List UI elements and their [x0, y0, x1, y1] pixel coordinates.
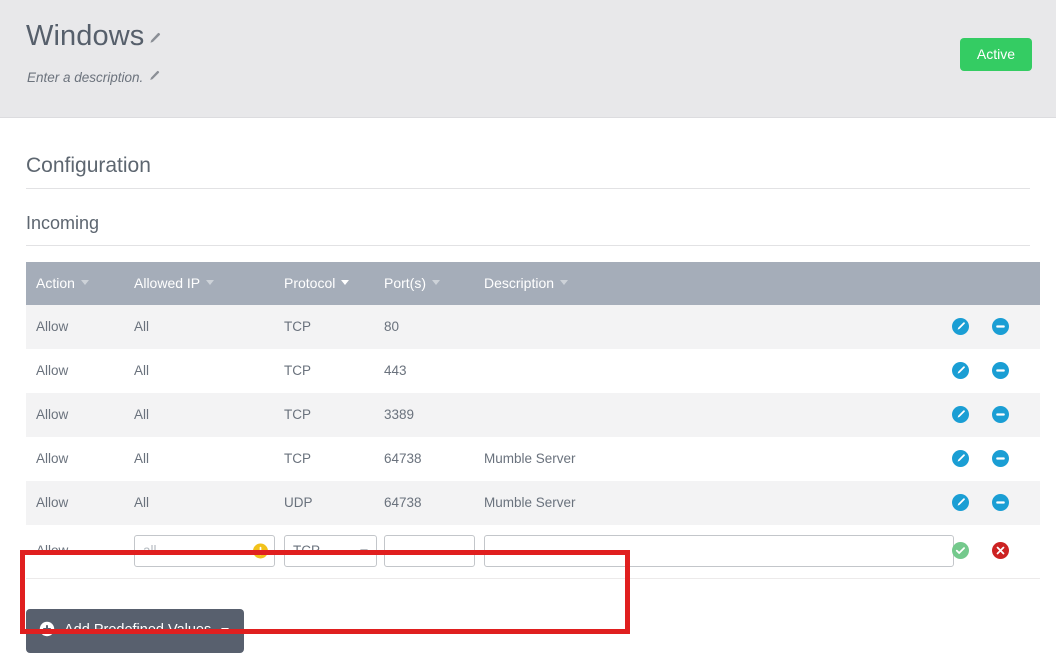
column-header-allowed-ip-label: Allowed IP: [134, 275, 200, 291]
page-header: Windows Enter a description. Active: [0, 0, 1056, 118]
edit-pencil-icon[interactable]: [952, 494, 969, 511]
edit-pencil-icon[interactable]: [952, 318, 969, 335]
cancel-x-icon[interactable]: [992, 542, 1009, 559]
port-input[interactable]: [384, 535, 475, 567]
cell-allowed-ip: All: [134, 437, 284, 481]
section-title-configuration: Configuration: [26, 118, 1030, 189]
table-row: Allow All TCP 80: [26, 305, 1040, 349]
cell-ports: 80: [384, 305, 484, 349]
check-circle-icon[interactable]: [952, 542, 969, 559]
add-predefined-values-label: Add Predefined Values: [64, 623, 211, 638]
content-area: Configuration Incoming Action Allowed IP: [0, 118, 1056, 653]
edit-description-pencil-icon[interactable]: [148, 70, 160, 82]
cell-protocol: TCP: [284, 305, 384, 349]
cell-description: Mumble Server: [484, 437, 952, 481]
protocol-select[interactable]: TCP UDP: [284, 535, 377, 567]
status-badge[interactable]: Active: [960, 38, 1032, 71]
remove-minus-icon[interactable]: [992, 362, 1009, 379]
subsection-title-incoming: Incoming: [26, 189, 1030, 246]
new-rule-form-row: Allow TCP UDP: [26, 525, 1040, 579]
column-header-protocol-label: Protocol: [284, 275, 335, 291]
cell-row-actions: [952, 393, 1040, 437]
firewall-rules-table: Action Allowed IP Protocol: [26, 262, 1040, 579]
new-rule-ip-cell: [134, 525, 284, 579]
table-row: Allow All TCP 64738 Mumble Server: [26, 437, 1040, 481]
cell-ports: 3389: [384, 393, 484, 437]
new-rule-action-label: Allow: [26, 525, 134, 579]
column-header-protocol[interactable]: Protocol: [284, 262, 384, 305]
cell-row-actions: [952, 305, 1040, 349]
cell-protocol: TCP: [284, 349, 384, 393]
cell-ports: 64738: [384, 437, 484, 481]
new-rule-protocol-cell: TCP UDP: [284, 525, 384, 579]
cell-action: Allow: [26, 305, 134, 349]
cell-action: Allow: [26, 349, 134, 393]
remove-minus-icon[interactable]: [992, 318, 1009, 335]
edit-pencil-icon[interactable]: [952, 406, 969, 423]
sort-caret-icon: [560, 280, 568, 285]
table-header-row: Action Allowed IP Protocol: [26, 262, 1040, 305]
edit-pencil-icon[interactable]: [952, 450, 969, 467]
table-row: Allow All TCP 443: [26, 349, 1040, 393]
table-body: Allow All TCP 80 Allow All TCP 4: [26, 305, 1040, 579]
page-description-row: Enter a description.: [27, 70, 160, 85]
column-header-actions: [952, 262, 1040, 305]
column-header-description-label: Description: [484, 275, 554, 291]
add-predefined-values-button[interactable]: Add Predefined Values: [26, 609, 244, 654]
cell-protocol: TCP: [284, 393, 384, 437]
cell-protocol: UDP: [284, 481, 384, 525]
page-title-row: Windows: [26, 22, 161, 51]
new-rule-description-cell: [484, 525, 952, 579]
column-header-description[interactable]: Description: [484, 262, 952, 305]
cell-row-actions: [952, 481, 1040, 525]
sort-caret-icon-active: [341, 280, 349, 285]
edit-pencil-icon[interactable]: [952, 362, 969, 379]
column-header-action[interactable]: Action: [26, 262, 134, 305]
caret-down-icon: [221, 628, 229, 633]
column-header-allowed-ip[interactable]: Allowed IP: [134, 262, 284, 305]
cell-description: Mumble Server: [484, 481, 952, 525]
remove-minus-icon[interactable]: [992, 494, 1009, 511]
cell-allowed-ip: All: [134, 393, 284, 437]
cell-description: [484, 349, 952, 393]
cell-protocol: TCP: [284, 437, 384, 481]
page-description: Enter a description.: [27, 71, 143, 85]
cell-description: [484, 393, 952, 437]
cell-description: [484, 305, 952, 349]
cell-row-actions: [952, 349, 1040, 393]
remove-minus-icon[interactable]: [992, 450, 1009, 467]
description-input[interactable]: [484, 535, 954, 567]
column-header-action-label: Action: [36, 275, 75, 291]
plus-circle-icon: [39, 621, 55, 641]
remove-minus-icon[interactable]: [992, 406, 1009, 423]
cell-row-actions: [952, 437, 1040, 481]
sort-caret-icon: [432, 280, 440, 285]
page-title: Windows: [26, 22, 144, 51]
sort-caret-icon: [81, 280, 89, 285]
cell-allowed-ip: All: [134, 305, 284, 349]
table-row: Allow All TCP 3389: [26, 393, 1040, 437]
sort-caret-icon: [206, 280, 214, 285]
cell-action: Allow: [26, 437, 134, 481]
cell-ports: 64738: [384, 481, 484, 525]
new-rule-port-cell: [384, 525, 484, 579]
edit-title-pencil-icon[interactable]: [148, 32, 161, 45]
column-header-ports-label: Port(s): [384, 275, 426, 291]
cell-action: Allow: [26, 481, 134, 525]
table-row: Allow All UDP 64738 Mumble Server: [26, 481, 1040, 525]
column-header-ports[interactable]: Port(s): [384, 262, 484, 305]
cell-action: Allow: [26, 393, 134, 437]
table-head: Action Allowed IP Protocol: [26, 262, 1040, 305]
new-rule-confirm-cell: [952, 525, 1040, 579]
warning-exclamation-icon: [253, 543, 268, 558]
cell-allowed-ip: All: [134, 481, 284, 525]
cell-allowed-ip: All: [134, 349, 284, 393]
cell-ports: 443: [384, 349, 484, 393]
